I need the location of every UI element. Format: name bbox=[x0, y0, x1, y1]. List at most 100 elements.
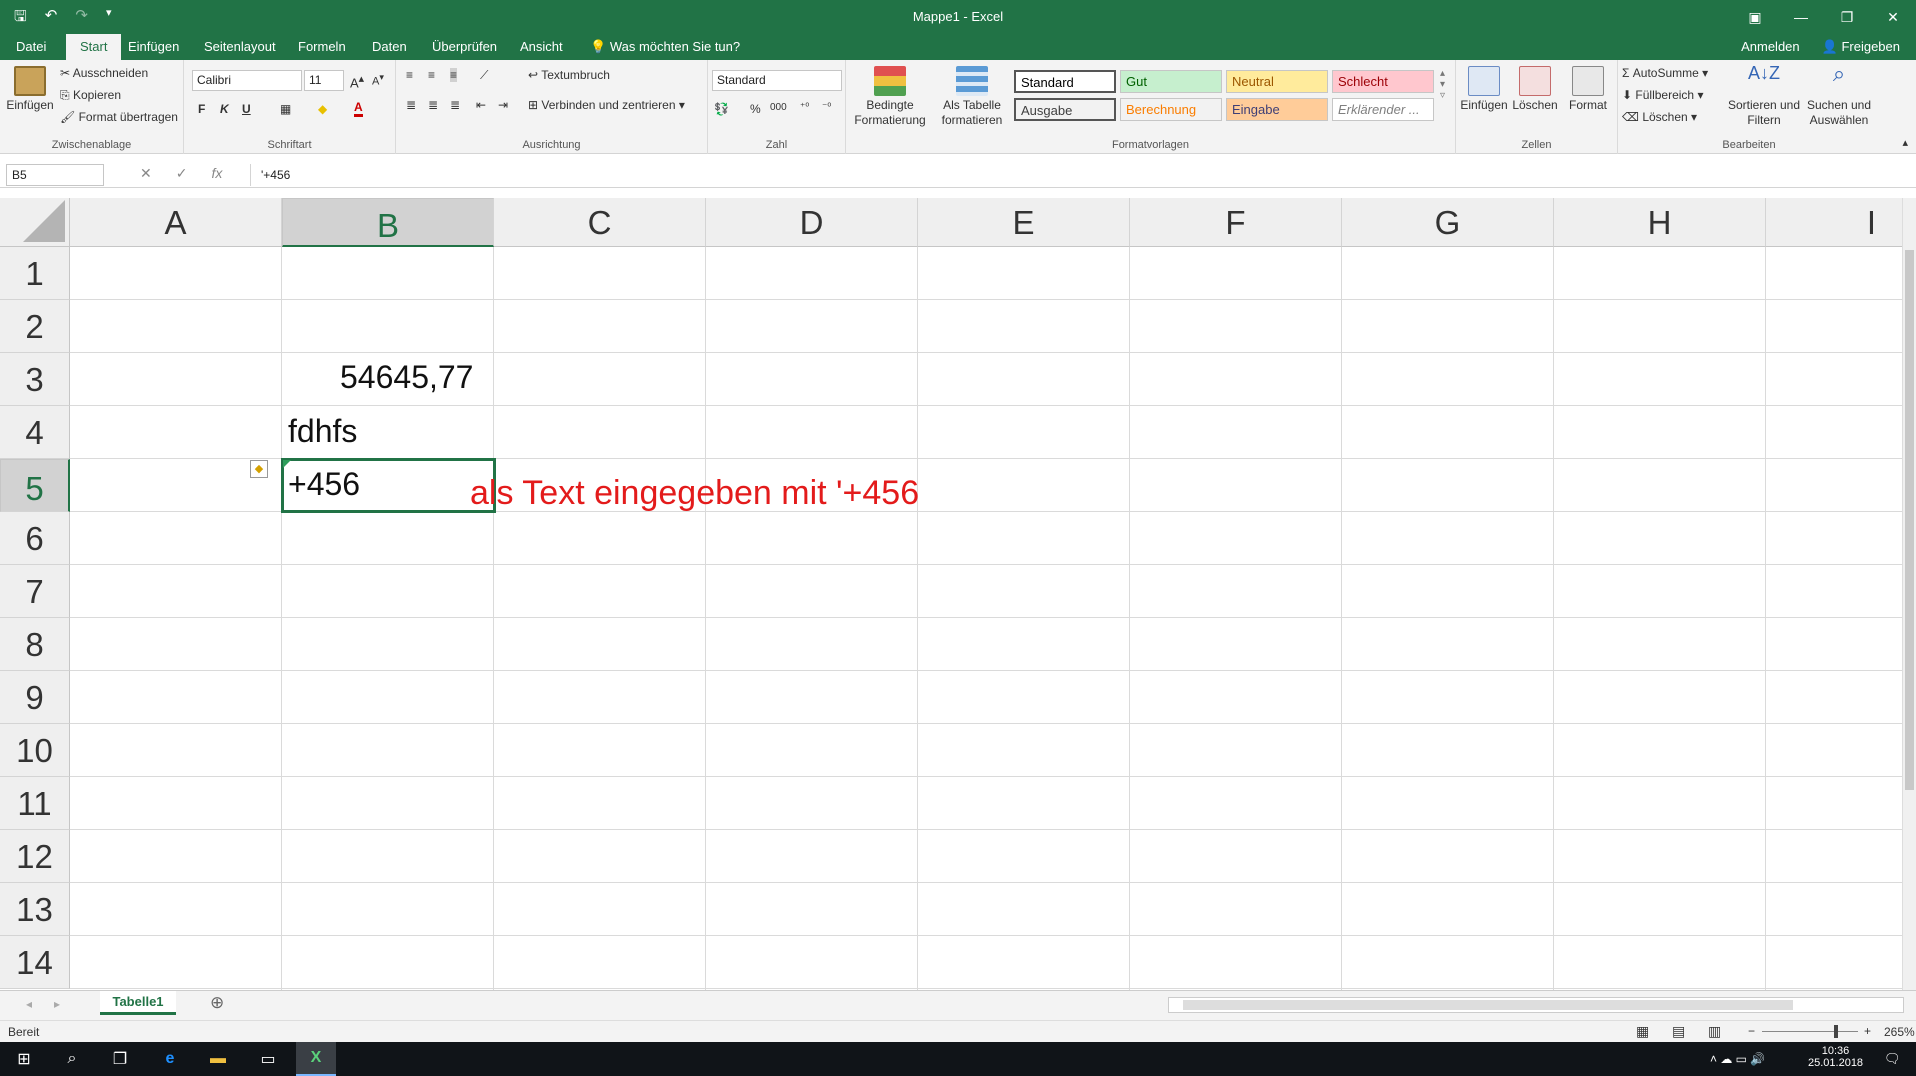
taskbar-clock[interactable]: 10:36 25.01.2018 bbox=[1808, 1045, 1863, 1069]
cell-style-berechnung[interactable]: Berechnung bbox=[1120, 98, 1222, 121]
page-layout-view-icon[interactable]: ▤ bbox=[1672, 1023, 1685, 1040]
number-format-select[interactable]: Standard bbox=[712, 70, 842, 91]
column-header-b[interactable]: B bbox=[282, 198, 494, 247]
tab-seitenlayout[interactable]: Seitenlayout bbox=[200, 34, 280, 60]
system-tray-icons[interactable]: ˄ ☁ ▭ 🔊 bbox=[1710, 1052, 1765, 1066]
cell-style-eingabe[interactable]: Eingabe bbox=[1226, 98, 1328, 121]
tab-formeln[interactable]: Formeln bbox=[294, 34, 350, 60]
delete-cells-button[interactable]: Löschen bbox=[1510, 66, 1560, 113]
row-header-13[interactable]: 13 bbox=[0, 883, 70, 936]
horizontal-scroll-thumb[interactable] bbox=[1183, 1000, 1793, 1010]
excel-taskbar-icon[interactable]: X bbox=[296, 1042, 336, 1076]
font-size-select[interactable]: 11 bbox=[304, 70, 344, 91]
wrap-text-button[interactable]: ↩ Textumbruch bbox=[528, 68, 610, 82]
column-header-g[interactable]: G bbox=[1342, 198, 1554, 247]
tab-ueberpruefen[interactable]: Überprüfen bbox=[428, 34, 501, 60]
collapse-ribbon-icon[interactable]: ▴ bbox=[1902, 136, 1908, 149]
cell-b4[interactable]: fdhfs bbox=[288, 413, 357, 450]
zoom-level[interactable]: 265% bbox=[1884, 1025, 1915, 1039]
column-header-f[interactable]: F bbox=[1130, 198, 1342, 247]
shrink-font-icon[interactable]: A▾ bbox=[372, 72, 384, 88]
horizontal-scrollbar[interactable] bbox=[1168, 997, 1904, 1013]
align-top-icon[interactable]: ≡ bbox=[406, 68, 413, 82]
error-smart-tag-icon[interactable]: ◆ bbox=[250, 460, 268, 478]
font-name-select[interactable]: Calibri bbox=[192, 70, 302, 91]
autosum-button[interactable]: Σ AutoSumme ▾ bbox=[1622, 66, 1708, 80]
ribbon-display-icon[interactable]: ▣ bbox=[1732, 0, 1778, 34]
row-header-8[interactable]: 8 bbox=[0, 618, 70, 671]
column-header-i[interactable]: I bbox=[1766, 198, 1902, 247]
paste-button[interactable]: Einfügen bbox=[4, 66, 56, 113]
conditional-formatting-button[interactable]: Bedingte Formatierung bbox=[850, 66, 930, 128]
underline-button[interactable]: U bbox=[242, 102, 251, 116]
merge-center-button[interactable]: ⊞ Verbinden und zentrieren ▾ bbox=[528, 98, 685, 112]
sheet-tab-tabelle1[interactable]: Tabelle1 bbox=[100, 991, 176, 1015]
cut-button[interactable]: ✂ Ausschneiden bbox=[60, 66, 148, 80]
cell-style-ausgabe[interactable]: Ausgabe bbox=[1014, 98, 1116, 121]
signin-link[interactable]: Anmelden bbox=[1741, 34, 1800, 60]
find-select-button[interactable]: ⌕ Suchen und Auswählen bbox=[1804, 63, 1874, 128]
align-right-icon[interactable]: ≣ bbox=[450, 98, 460, 112]
row-header-12[interactable]: 12 bbox=[0, 830, 70, 883]
format-as-table-button[interactable]: Als Tabelle formatieren bbox=[934, 66, 1010, 128]
file-explorer-icon[interactable]: ▬ bbox=[206, 1048, 230, 1070]
sheet-nav-right-icon[interactable]: ▸ bbox=[54, 997, 60, 1011]
insert-cells-button[interactable]: Einfügen bbox=[1460, 66, 1508, 113]
zoom-in-icon[interactable]: + bbox=[1864, 1024, 1871, 1038]
tab-datei[interactable]: Datei bbox=[12, 34, 50, 60]
cell-style-gut[interactable]: Gut bbox=[1120, 70, 1222, 93]
row-header-4[interactable]: 4 bbox=[0, 406, 70, 459]
clear-button[interactable]: ⌫ Löschen ▾ bbox=[1622, 110, 1697, 124]
share-button[interactable]: 👤 Freigeben bbox=[1822, 34, 1900, 60]
format-cells-button[interactable]: Format bbox=[1564, 66, 1612, 113]
search-icon[interactable]: ⌕ bbox=[60, 1048, 84, 1070]
cancel-icon[interactable]: ✕ bbox=[140, 165, 152, 182]
tab-start[interactable]: Start bbox=[66, 34, 122, 60]
column-header-d[interactable]: D bbox=[706, 198, 918, 247]
edge-browser-icon[interactable]: e bbox=[158, 1048, 182, 1070]
grow-font-icon[interactable]: A▴ bbox=[350, 72, 364, 90]
insert-function-icon[interactable]: fx bbox=[211, 165, 222, 182]
task-view-icon[interactable]: ❐ bbox=[108, 1048, 132, 1070]
align-bottom-icon[interactable]: ≡ bbox=[450, 68, 458, 82]
row-header-7[interactable]: 7 bbox=[0, 565, 70, 618]
worksheet-grid[interactable]: ABCDEFGHI 1 2 3 4 5 6 7 8 9 10 11 12 13 14 54645,77 f… bbox=[0, 198, 1902, 990]
sheet-nav-left-icon[interactable]: ◂ bbox=[26, 997, 32, 1011]
documents-icon[interactable]: ▭ bbox=[256, 1048, 280, 1070]
thousands-button[interactable]: 000 bbox=[770, 102, 787, 113]
row-header-6[interactable]: 6 bbox=[0, 512, 70, 565]
page-break-view-icon[interactable]: ▥ bbox=[1708, 1023, 1721, 1040]
row-header-2[interactable]: 2 bbox=[0, 300, 70, 353]
cell-style-neutral[interactable]: Neutral bbox=[1226, 70, 1328, 93]
cell-style-standard[interactable]: Standard bbox=[1014, 70, 1116, 93]
tab-ansicht[interactable]: Ansicht bbox=[516, 34, 567, 60]
windows-start-icon[interactable]: ⊞ bbox=[12, 1048, 36, 1070]
enter-icon[interactable]: ✓ bbox=[176, 165, 188, 182]
column-header-c[interactable]: C bbox=[494, 198, 706, 247]
name-box[interactable]: B5 bbox=[6, 164, 104, 186]
border-icon[interactable]: ▦ bbox=[280, 102, 291, 116]
zoom-slider[interactable] bbox=[1762, 1031, 1858, 1032]
column-header-a[interactable]: A bbox=[70, 198, 282, 247]
vertical-scroll-thumb[interactable] bbox=[1905, 250, 1914, 790]
row-header-1[interactable]: 1 bbox=[0, 247, 70, 300]
fill-color-icon[interactable]: ◆ bbox=[318, 102, 327, 116]
cell-style-erklärender[interactable]: Erklärender ... bbox=[1332, 98, 1434, 121]
column-header-e[interactable]: E bbox=[918, 198, 1130, 247]
align-center-icon[interactable]: ≣ bbox=[428, 98, 438, 112]
restore-icon[interactable]: ❐ bbox=[1824, 0, 1870, 34]
decrease-indent-icon[interactable]: ⇤ bbox=[476, 98, 486, 112]
increase-indent-icon[interactable]: ⇥ bbox=[498, 98, 508, 112]
copy-button[interactable]: ⎘ Kopieren bbox=[60, 88, 121, 103]
cell-b3[interactable]: 54645,77 bbox=[340, 359, 473, 396]
align-middle-icon[interactable]: ≡ bbox=[428, 68, 435, 82]
zoom-slider-thumb[interactable] bbox=[1834, 1025, 1838, 1038]
italic-button[interactable]: K bbox=[220, 102, 229, 116]
new-sheet-icon[interactable]: ⊕ bbox=[210, 993, 224, 1013]
zoom-out-icon[interactable]: − bbox=[1748, 1024, 1755, 1038]
tab-daten[interactable]: Daten bbox=[368, 34, 411, 60]
gallery-scroll-icon[interactable]: ▴ ▾ ▿ bbox=[1440, 68, 1445, 101]
tab-einfuegen[interactable]: Einfügen bbox=[124, 34, 183, 60]
row-header-10[interactable]: 10 bbox=[0, 724, 70, 777]
row-header-9[interactable]: 9 bbox=[0, 671, 70, 724]
